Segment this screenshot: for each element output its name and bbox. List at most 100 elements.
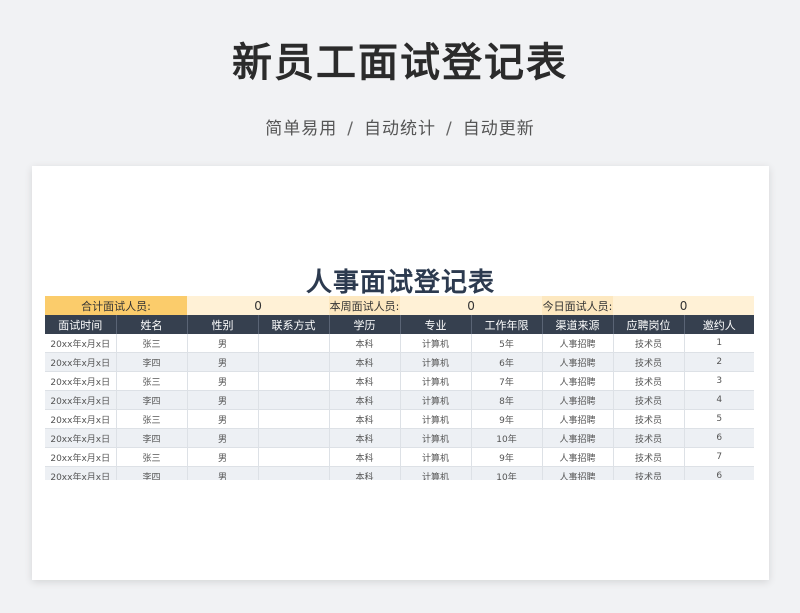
cell-contact[interactable] — [258, 334, 330, 353]
cell-education[interactable]: 本科 — [329, 447, 401, 467]
cell-date[interactable]: 20xx年x月x日 — [45, 371, 117, 391]
cell-date[interactable]: 20xx年x月x日 — [45, 447, 117, 467]
cell-position[interactable]: 技术员 — [613, 334, 685, 353]
cell-date[interactable]: 20xx年x月x日 — [45, 428, 117, 448]
cell-name[interactable]: 张三 — [116, 409, 188, 429]
cell-gender[interactable]: 男 — [187, 334, 259, 353]
cell-source[interactable]: 人事招聘 — [542, 409, 614, 429]
cell-gender[interactable]: 男 — [187, 428, 259, 448]
cell-experience[interactable]: 6年 — [471, 352, 543, 372]
cell-contact[interactable] — [258, 390, 330, 410]
cell-gender[interactable]: 男 — [187, 409, 259, 429]
cell-contact[interactable] — [258, 352, 330, 372]
cell-contact[interactable] — [258, 447, 330, 467]
cell-major[interactable]: 计算机 — [400, 371, 472, 391]
cell-name[interactable]: 李四 — [116, 428, 188, 448]
cell-name[interactable]: 张三 — [116, 447, 188, 467]
column-header[interactable]: 应聘岗位 — [613, 315, 685, 334]
cell-experience[interactable]: 10年 — [471, 428, 543, 448]
cell-source[interactable]: 人事招聘 — [542, 466, 614, 480]
cell-education[interactable]: 本科 — [329, 352, 401, 372]
summary-row: 合计面试人员: 0 本周面试人员: 0 今日面试人员: 0 — [45, 296, 754, 315]
column-header[interactable]: 专业 — [400, 315, 472, 334]
column-header[interactable]: 联系方式 — [258, 315, 330, 334]
cell-inviter[interactable]: 6 — [684, 428, 754, 448]
cell-name[interactable]: 张三 — [116, 371, 188, 391]
total-interviewees-value[interactable]: 0 — [187, 296, 330, 315]
cell-gender[interactable]: 男 — [187, 371, 259, 391]
cell-inviter[interactable]: 3 — [684, 371, 754, 391]
cell-experience[interactable]: 10年 — [471, 466, 543, 480]
cell-major[interactable]: 计算机 — [400, 466, 472, 480]
cell-experience[interactable]: 5年 — [471, 334, 543, 353]
column-header[interactable]: 姓名 — [116, 315, 188, 334]
cell-major[interactable]: 计算机 — [400, 352, 472, 372]
cell-position[interactable]: 技术员 — [613, 371, 685, 391]
cell-position[interactable]: 技术员 — [613, 466, 685, 480]
cell-position[interactable]: 技术员 — [613, 390, 685, 410]
column-header[interactable]: 面试时间 — [45, 315, 117, 334]
cell-inviter[interactable]: 4 — [684, 390, 754, 410]
column-header[interactable]: 渠道来源 — [542, 315, 614, 334]
today-interviewees-value[interactable]: 0 — [613, 296, 754, 315]
cell-gender[interactable]: 男 — [187, 390, 259, 410]
table-row: 20xx年x月x日 张三男 本科 计算机 7年 人事招聘 技术员 3 — [45, 371, 754, 391]
column-header[interactable]: 性别 — [187, 315, 259, 334]
cell-contact[interactable] — [258, 371, 330, 391]
cell-inviter[interactable]: 2 — [684, 352, 754, 372]
cell-major[interactable]: 计算机 — [400, 447, 472, 467]
cell-experience[interactable]: 9年 — [471, 447, 543, 467]
cell-inviter[interactable]: 6 — [684, 466, 754, 480]
cell-contact[interactable] — [258, 466, 330, 480]
cell-date[interactable]: 20xx年x月x日 — [45, 334, 117, 353]
table-row: 20xx年x月x日 张三男 本科 计算机 5年 人事招聘 技术员 1 — [45, 334, 754, 353]
cell-inviter[interactable]: 1 — [684, 334, 754, 353]
cell-major[interactable]: 计算机 — [400, 428, 472, 448]
column-header[interactable]: 邀约人 — [684, 315, 754, 334]
cell-position[interactable]: 技术员 — [613, 428, 685, 448]
cell-gender[interactable]: 男 — [187, 352, 259, 372]
column-header[interactable]: 工作年限 — [471, 315, 543, 334]
cell-education[interactable]: 本科 — [329, 466, 401, 480]
cell-name[interactable]: 李四 — [116, 352, 188, 372]
cell-source[interactable]: 人事招聘 — [542, 352, 614, 372]
cell-name[interactable]: 李四 — [116, 390, 188, 410]
cell-position[interactable]: 技术员 — [613, 447, 685, 467]
cell-name[interactable]: 李四 — [116, 466, 188, 480]
cell-education[interactable]: 本科 — [329, 371, 401, 391]
cell-inviter[interactable]: 5 — [684, 409, 754, 429]
cell-source[interactable]: 人事招聘 — [542, 371, 614, 391]
cell-experience[interactable]: 9年 — [471, 409, 543, 429]
cell-position[interactable]: 技术员 — [613, 352, 685, 372]
cell-major[interactable]: 计算机 — [400, 390, 472, 410]
cell-education[interactable]: 本科 — [329, 428, 401, 448]
week-interviewees-value[interactable]: 0 — [400, 296, 543, 315]
cell-gender[interactable]: 男 — [187, 466, 259, 480]
cell-contact[interactable] — [258, 409, 330, 429]
column-header[interactable]: 学历 — [329, 315, 401, 334]
cell-name[interactable]: 张三 — [116, 334, 188, 353]
cell-date[interactable]: 20xx年x月x日 — [45, 409, 117, 429]
week-interviewees-label: 本周面试人员: — [329, 296, 401, 315]
cell-date[interactable]: 20xx年x月x日 — [45, 466, 117, 480]
total-interviewees-label: 合计面试人员: — [45, 296, 187, 315]
sheet-title: 人事面试登记表 — [305, 268, 495, 298]
cell-education[interactable]: 本科 — [329, 334, 401, 353]
cell-source[interactable]: 人事招聘 — [542, 334, 614, 353]
cell-experience[interactable]: 7年 — [471, 371, 543, 391]
cell-education[interactable]: 本科 — [329, 390, 401, 410]
cell-contact[interactable] — [258, 428, 330, 448]
cell-source[interactable]: 人事招聘 — [542, 447, 614, 467]
cell-gender[interactable]: 男 — [187, 447, 259, 467]
cell-date[interactable]: 20xx年x月x日 — [45, 390, 117, 410]
cell-experience[interactable]: 8年 — [471, 390, 543, 410]
table-row: 20xx年x月x日 张三男 本科 计算机 9年 人事招聘 技术员 5 — [45, 409, 754, 429]
cell-major[interactable]: 计算机 — [400, 334, 472, 353]
cell-position[interactable]: 技术员 — [613, 409, 685, 429]
cell-inviter[interactable]: 7 — [684, 447, 754, 467]
cell-education[interactable]: 本科 — [329, 409, 401, 429]
cell-source[interactable]: 人事招聘 — [542, 390, 614, 410]
cell-date[interactable]: 20xx年x月x日 — [45, 352, 117, 372]
cell-major[interactable]: 计算机 — [400, 409, 472, 429]
cell-source[interactable]: 人事招聘 — [542, 428, 614, 448]
